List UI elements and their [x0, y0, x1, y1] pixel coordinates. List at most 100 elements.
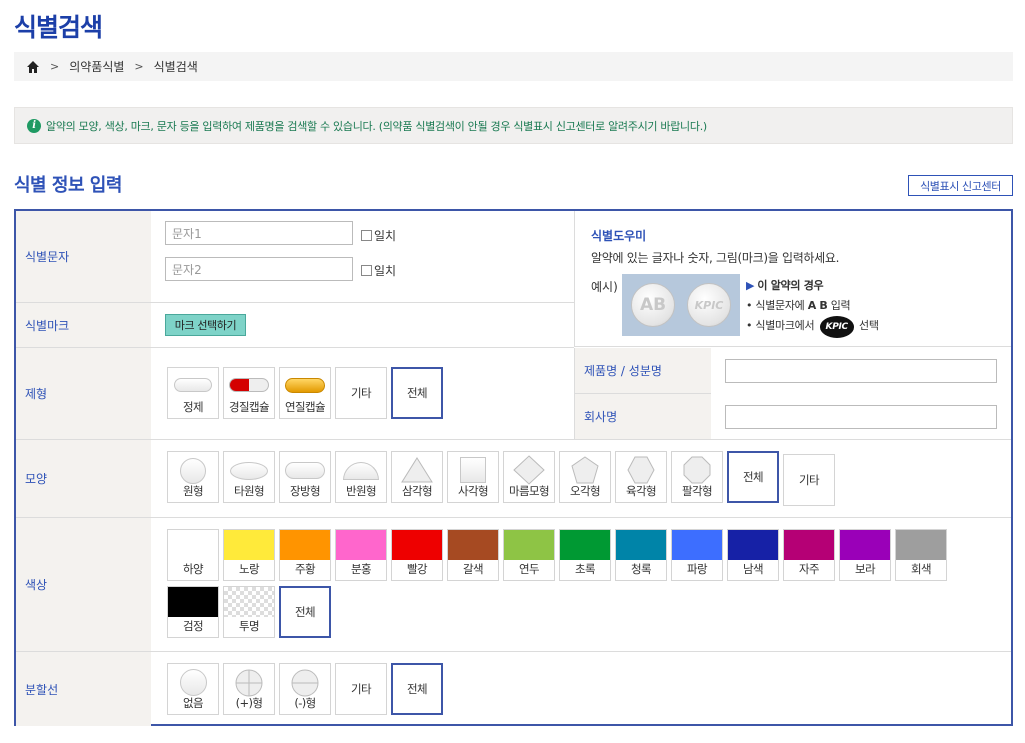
label-product-name: 제품명 / 성분명: [574, 348, 711, 394]
color-label: 회색: [911, 562, 932, 576]
triangle-right-icon: ▶: [746, 279, 755, 292]
row-ident-text: 식별문자 문자1 일치 문자2 일치: [16, 211, 574, 303]
color-label: 청록: [631, 562, 652, 576]
shape-half-circle[interactable]: 반원형: [335, 451, 387, 503]
color-option[interactable]: 주황: [279, 529, 331, 581]
shape-pentagon[interactable]: 오각형: [559, 451, 611, 503]
color-option[interactable]: 초록: [559, 529, 611, 581]
company-input[interactable]: [725, 405, 997, 429]
color-label: 자주: [799, 562, 820, 576]
helper-example-label: 예시): [591, 280, 618, 294]
color-swatch: [224, 587, 274, 617]
score-none[interactable]: 없음: [167, 663, 219, 715]
color-option[interactable]: 연두: [503, 529, 555, 581]
color-option[interactable]: 빨강: [391, 529, 443, 581]
color-swatch: [560, 530, 610, 560]
color-swatch: [896, 530, 946, 560]
color-label: 분홍: [351, 562, 372, 576]
chevron-right-icon: >: [134, 60, 144, 73]
formulation-tablet[interactable]: 정제: [167, 367, 219, 419]
color-swatch: [840, 530, 890, 560]
color-swatch: [784, 530, 834, 560]
color-option[interactable]: 분홍: [335, 529, 387, 581]
color-swatch: [728, 530, 778, 560]
shape-octagon[interactable]: 팔각형: [671, 451, 723, 503]
color-label: 하양: [183, 562, 204, 576]
color-label: 주황: [295, 562, 316, 576]
info-icon: i: [27, 118, 41, 133]
breadcrumb-item-ident-search[interactable]: 식별검색: [154, 58, 198, 75]
row-color: 색상 하양 노랑 주황 분홍 빨강 갈색 연두 초록 청록 파랑 남색 자주 보라 회색 검정 투명 전체: [16, 518, 1011, 652]
shape-oval[interactable]: 타원형: [223, 451, 275, 503]
breadcrumb-item-drug-ident[interactable]: 의약품식별: [69, 58, 124, 75]
section-title: 식별 정보 입력: [14, 175, 122, 196]
shape-oblong[interactable]: 장방형: [279, 451, 331, 503]
example-pill-front: AB: [631, 283, 675, 327]
color-option[interactable]: 투명: [223, 586, 275, 638]
color-option[interactable]: 보라: [839, 529, 891, 581]
color-swatch: [224, 530, 274, 560]
report-center-button[interactable]: 식별표시 신고센터: [908, 175, 1013, 196]
color-swatch: [616, 530, 666, 560]
color-option[interactable]: 남색: [727, 529, 779, 581]
notice-banner: i 알약의 모양, 색상, 마크, 문자 등을 입력하여 제품명을 검색할 수 …: [14, 107, 1013, 144]
color-swatch: [168, 530, 218, 560]
color-label: 보라: [855, 562, 876, 576]
ident-helper: 식별도우미 알약에 있는 글자나 숫자, 그림(마크)을 입력하세요. 예시) …: [574, 211, 1011, 347]
shape-hexagon[interactable]: 육각형: [615, 451, 667, 503]
color-label: 연두: [519, 562, 540, 576]
color-all[interactable]: 전체: [279, 586, 331, 638]
score-all[interactable]: 전체: [391, 663, 443, 715]
shape-rhombus[interactable]: 마름모형: [503, 451, 555, 503]
color-swatch: [336, 530, 386, 560]
color-option[interactable]: 노랑: [223, 529, 275, 581]
shape-square[interactable]: 사각형: [447, 451, 499, 503]
helper-desc: 알약에 있는 글자나 숫자, 그림(마크)을 입력하세요.: [591, 251, 840, 265]
color-option[interactable]: 갈색: [447, 529, 499, 581]
text1-match-checkbox[interactable]: 일치: [361, 227, 396, 244]
formulation-all[interactable]: 전체: [391, 367, 443, 419]
formulation-hard-capsule[interactable]: 경질캡슐: [223, 367, 275, 419]
ident-form: 식별문자 문자1 일치 문자2 일치 식별마크 마크 선택하기 식별도우미 알약…: [14, 209, 1013, 726]
product-name-input[interactable]: [725, 359, 997, 383]
shape-triangle[interactable]: 삼각형: [391, 451, 443, 503]
color-option[interactable]: 하양: [167, 529, 219, 581]
chevron-right-icon: >: [50, 60, 60, 73]
label-ident-text: 식별문자: [16, 211, 151, 302]
color-label: 빨강: [407, 562, 428, 576]
color-swatch: [448, 530, 498, 560]
score-plus[interactable]: (+)형: [223, 663, 275, 715]
text1-input[interactable]: 문자1: [165, 221, 353, 245]
color-label: 투명: [239, 619, 260, 633]
home-icon[interactable]: [26, 60, 40, 74]
score-other[interactable]: 기타: [335, 663, 387, 715]
color-swatch: [392, 530, 442, 560]
color-option[interactable]: 회색: [895, 529, 947, 581]
mark-select-button[interactable]: 마크 선택하기: [165, 314, 246, 336]
shape-all[interactable]: 전체: [727, 451, 779, 503]
color-option[interactable]: 검정: [167, 586, 219, 638]
row-shape: 모양 원형 타원형 장방형 반원형 삼각형 사각형 마름모형 오각형 육각형 팔…: [16, 440, 1011, 518]
color-label: 노랑: [239, 562, 260, 576]
shape-circle[interactable]: 원형: [167, 451, 219, 503]
formulation-soft-capsule[interactable]: 연질캡슐: [279, 367, 331, 419]
color-option[interactable]: 자주: [783, 529, 835, 581]
text2-input[interactable]: 문자2: [165, 257, 353, 281]
breadcrumb: > 의약품식별 > 식별검색: [14, 52, 1013, 81]
color-option[interactable]: 청록: [615, 529, 667, 581]
formulation-other[interactable]: 기타: [335, 367, 387, 419]
color-label: 초록: [575, 562, 596, 576]
row-score-line: 분할선 없음 (+)형 (-)형 기타 전체: [16, 652, 1011, 726]
color-option[interactable]: 파랑: [671, 529, 723, 581]
notice-text: 알약의 모양, 색상, 마크, 문자 등을 입력하여 제품명을 검색할 수 있습…: [46, 119, 707, 133]
example-pill-image: AB KPIC: [622, 274, 740, 336]
label-score-line: 분할선: [16, 652, 151, 726]
color-label: 파랑: [687, 562, 708, 576]
shape-other[interactable]: 기타: [783, 454, 835, 506]
text2-match-checkbox[interactable]: 일치: [361, 262, 396, 279]
color-swatch: [168, 587, 218, 617]
score-minus[interactable]: (-)형: [279, 663, 331, 715]
label-formulation: 제형: [16, 348, 151, 439]
label-shape: 모양: [16, 440, 151, 517]
helper-case: ▶ 이 알약의 경우 • 식별문자에 A B 입력 • 식별마크에서 KPIC …: [746, 276, 879, 338]
